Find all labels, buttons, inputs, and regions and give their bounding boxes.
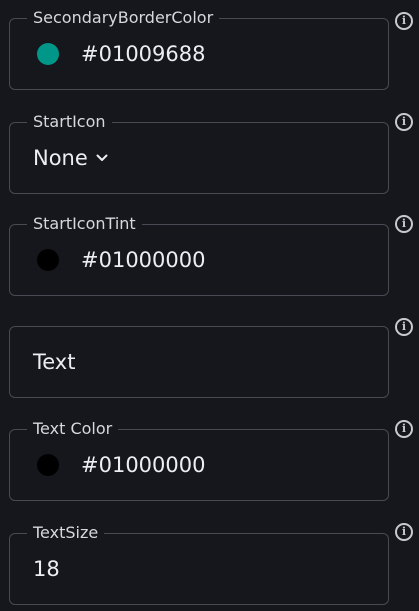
- color-value[interactable]: #01000000: [81, 248, 205, 272]
- field-content[interactable]: #01009688: [33, 18, 373, 90]
- color-value[interactable]: #01000000: [81, 453, 205, 477]
- color-swatch[interactable]: [37, 43, 59, 65]
- text-value[interactable]: Text: [33, 350, 75, 374]
- start-icon-tint-field[interactable]: StartIconTint #01000000: [9, 214, 389, 296]
- info-icon[interactable]: [395, 215, 413, 233]
- field-content[interactable]: #01000000: [33, 429, 373, 501]
- start-icon-dropdown[interactable]: None: [33, 122, 373, 194]
- secondary-border-color-field[interactable]: SecondaryBorderColor #01009688: [9, 8, 389, 90]
- info-icon[interactable]: [395, 420, 413, 438]
- field-content[interactable]: Text: [33, 326, 373, 398]
- text-color-field[interactable]: Text Color #01000000: [9, 419, 389, 501]
- color-swatch[interactable]: [37, 249, 59, 271]
- info-icon[interactable]: [395, 318, 413, 336]
- field-content[interactable]: #01000000: [33, 224, 373, 296]
- chevron-down-icon[interactable]: [96, 154, 108, 162]
- text-field[interactable]: Text: [9, 326, 389, 398]
- start-icon-field[interactable]: StartIcon None: [9, 112, 389, 194]
- info-icon[interactable]: [395, 12, 413, 30]
- text-size-field[interactable]: TextSize 18: [9, 523, 389, 605]
- color-value[interactable]: #01009688: [81, 42, 205, 66]
- text-size-value[interactable]: 18: [33, 557, 60, 581]
- info-icon[interactable]: [395, 523, 413, 541]
- info-icon[interactable]: [395, 113, 413, 131]
- color-swatch[interactable]: [37, 454, 59, 476]
- field-content[interactable]: 18: [33, 533, 373, 605]
- dropdown-value[interactable]: None: [33, 146, 88, 170]
